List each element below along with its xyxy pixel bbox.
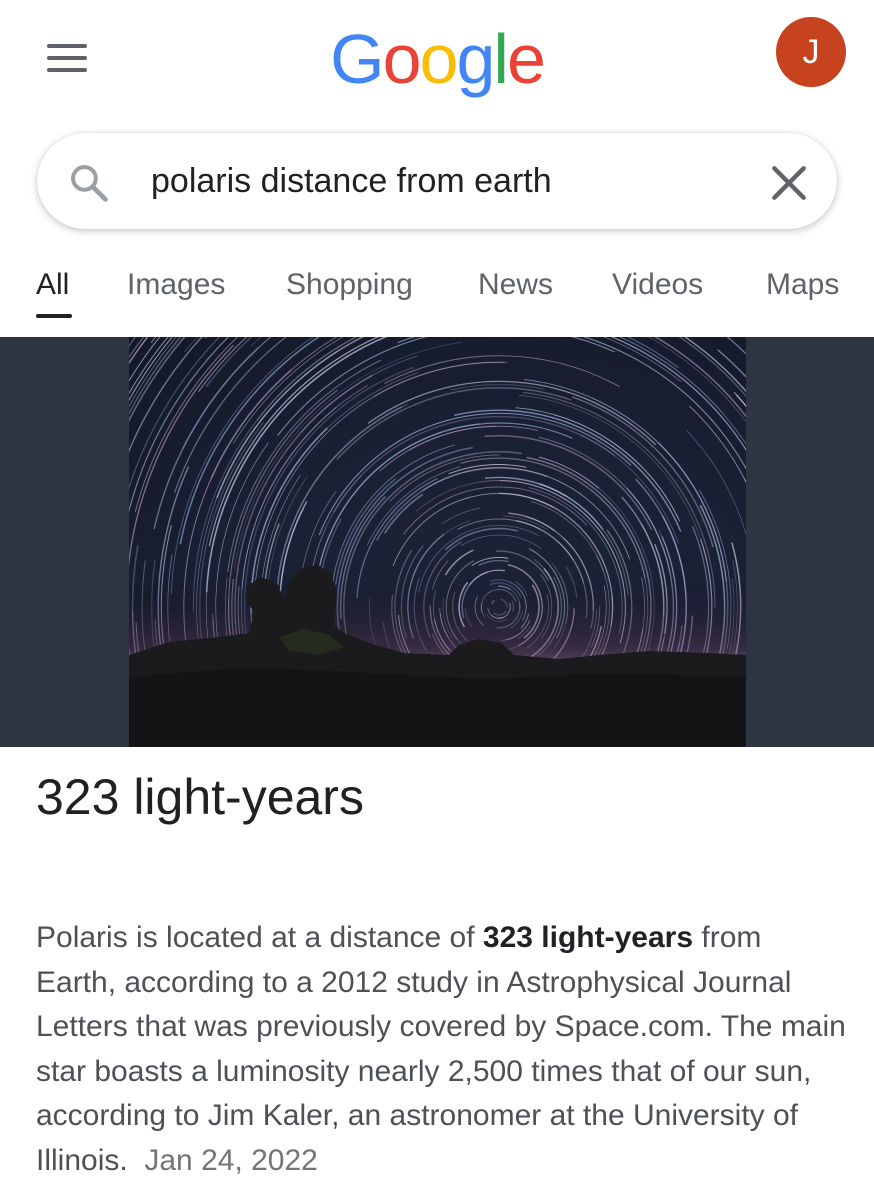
avatar-letter: J <box>802 33 820 71</box>
tab-shopping[interactable]: Shopping <box>286 268 413 302</box>
account-avatar[interactable]: J <box>776 17 846 87</box>
snippet-highlight: 323 light-years <box>482 921 694 954</box>
logo-letter-l: l <box>493 20 509 98</box>
snippet-text-before: Polaris is located at a distance of <box>36 921 483 954</box>
tab-images[interactable]: Images <box>127 268 225 302</box>
active-tab-indicator <box>36 314 72 318</box>
tab-all[interactable]: All <box>36 268 69 302</box>
logo-letter-e: e <box>506 20 546 98</box>
logo-letter-g2: g <box>456 20 495 98</box>
star-trails-photo[interactable] <box>129 337 746 747</box>
tab-maps[interactable]: Maps <box>766 268 839 302</box>
google-logo[interactable]: Google <box>0 18 874 100</box>
snippet-date: Jan 24, 2022 <box>144 1143 318 1177</box>
snippet-text-after: from Earth, according to a 2012 study in… <box>36 921 846 1177</box>
close-icon[interactable] <box>767 161 811 205</box>
hero-image-panel <box>0 337 874 747</box>
search-icon[interactable] <box>67 161 111 205</box>
search-box <box>37 133 837 229</box>
tab-videos[interactable]: Videos <box>612 268 703 302</box>
featured-snippet-text: Polaris is located at a distance of 323 … <box>36 916 846 1184</box>
featured-answer-title: 323 light-years <box>36 769 364 825</box>
logo-letter-o1: o <box>382 20 422 98</box>
search-tabs: All Images Shopping News Videos Maps <box>0 258 874 328</box>
logo-letter-o2: o <box>419 20 459 98</box>
tab-news[interactable]: News <box>478 268 553 302</box>
top-bar: Google J <box>0 0 874 120</box>
search-input[interactable] <box>151 153 731 209</box>
logo-letter-g: G <box>330 20 384 98</box>
